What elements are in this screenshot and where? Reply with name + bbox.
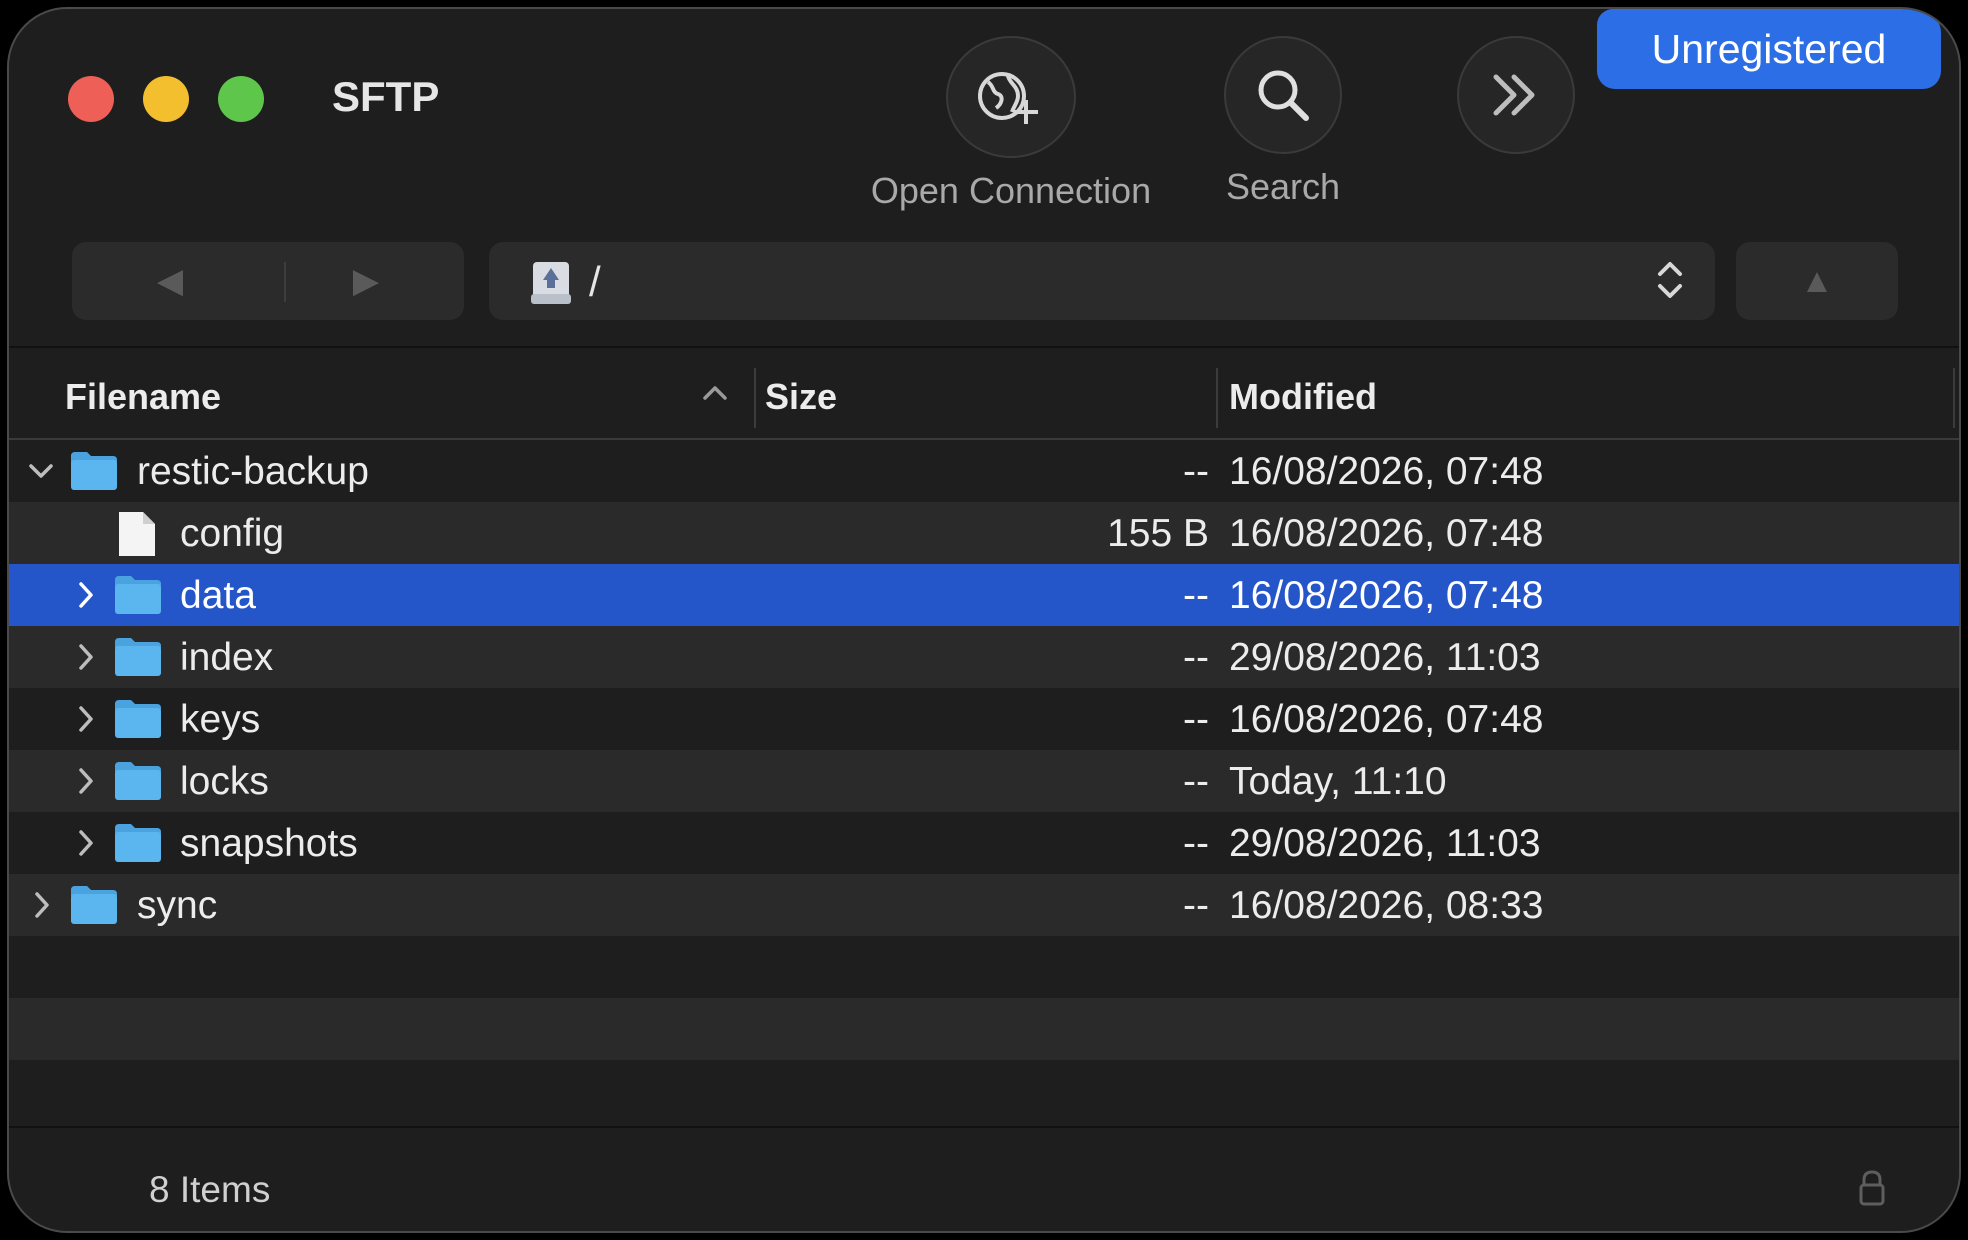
triangle-up-icon: ▲ xyxy=(1800,261,1834,300)
row-size: -- xyxy=(1183,636,1209,679)
row-filename: config xyxy=(180,512,285,555)
forward-button[interactable]: ▶ xyxy=(268,242,464,320)
close-window-button[interactable] xyxy=(68,76,114,122)
search-icon xyxy=(1224,36,1342,154)
search-button[interactable]: Search xyxy=(1213,36,1353,208)
folder-icon xyxy=(113,760,163,807)
triangle-right-icon: ▶ xyxy=(352,262,380,300)
open-connection-button[interactable]: Open Connection xyxy=(857,36,1165,212)
chevron-right-icon[interactable] xyxy=(69,700,105,738)
unregistered-badge[interactable]: Unregistered xyxy=(1597,9,1941,89)
table-row[interactable]: restic-backup -- 16/08/2026, 07:48 xyxy=(9,440,1959,502)
toolbar-overflow-button[interactable] xyxy=(1457,36,1575,154)
parent-directory-button[interactable]: ▲ xyxy=(1736,242,1898,320)
table-row[interactable]: locks -- Today, 11:10 xyxy=(9,750,1959,812)
column-header-filename[interactable]: Filename xyxy=(65,376,221,418)
globe-plus-icon xyxy=(946,36,1076,158)
row-size: -- xyxy=(1183,450,1209,493)
column-header-size[interactable]: Size xyxy=(765,376,837,418)
app-window: SFTP Open Connection Search Unregistered… xyxy=(7,7,1961,1233)
row-filename: index xyxy=(180,636,274,679)
chevron-right-icon[interactable] xyxy=(69,576,105,614)
search-label: Search xyxy=(1225,166,1341,207)
column-divider[interactable] xyxy=(754,368,756,428)
row-modified: 29/08/2026, 11:03 xyxy=(1229,636,1541,679)
folder-icon xyxy=(69,450,119,497)
row-size: -- xyxy=(1183,822,1209,865)
folder-icon xyxy=(113,822,163,869)
chevron-double-right-icon xyxy=(1457,36,1575,154)
empty-list-area xyxy=(9,936,1959,1122)
row-size: -- xyxy=(1183,884,1209,927)
footer-divider xyxy=(9,1126,1959,1128)
chevron-up-down-icon xyxy=(1655,258,1685,307)
open-connection-label: Open Connection xyxy=(870,170,1152,211)
table-row[interactable]: sync -- 16/08/2026, 08:33 xyxy=(9,874,1959,936)
window-title: SFTP xyxy=(332,73,440,120)
column-divider[interactable] xyxy=(1216,368,1218,428)
minimize-window-button[interactable] xyxy=(143,76,189,122)
table-row[interactable]: snapshots -- 29/08/2026, 11:03 xyxy=(9,812,1959,874)
column-divider[interactable] xyxy=(1953,368,1955,428)
path-selector[interactable]: / xyxy=(489,242,1715,320)
folder-icon xyxy=(113,636,163,683)
table-row-selected[interactable]: data -- 16/08/2026, 07:48 xyxy=(9,564,1959,626)
file-list: restic-backup -- 16/08/2026, 07:48 confi… xyxy=(9,440,1959,936)
chevron-right-icon[interactable] xyxy=(69,824,105,862)
row-filename: snapshots xyxy=(180,822,358,865)
row-modified: 16/08/2026, 07:48 xyxy=(1229,698,1544,741)
folder-icon xyxy=(113,574,163,621)
row-modified: 16/08/2026, 07:48 xyxy=(1229,450,1544,493)
chevron-right-icon[interactable] xyxy=(69,638,105,676)
row-filename: sync xyxy=(137,884,218,927)
document-icon xyxy=(115,510,159,563)
table-row[interactable]: index -- 29/08/2026, 11:03 xyxy=(9,626,1959,688)
chevron-down-icon[interactable] xyxy=(23,452,59,490)
path-value: / xyxy=(589,258,601,305)
row-size: 155 B xyxy=(1107,512,1209,555)
empty-row xyxy=(9,998,1959,1060)
row-modified: 29/08/2026, 11:03 xyxy=(1229,822,1541,865)
row-filename: restic-backup xyxy=(137,450,369,493)
row-size: -- xyxy=(1183,698,1209,741)
folder-icon xyxy=(113,698,163,745)
triangle-left-icon: ◀ xyxy=(156,262,184,300)
row-filename: locks xyxy=(180,760,269,803)
row-modified: 16/08/2026, 07:48 xyxy=(1229,512,1544,555)
column-header-modified[interactable]: Modified xyxy=(1229,376,1377,418)
lock-icon xyxy=(1857,1169,1887,1212)
empty-row xyxy=(9,1060,1959,1122)
toolbar-divider xyxy=(9,346,1959,348)
table-row[interactable]: keys -- 16/08/2026, 07:48 xyxy=(9,688,1959,750)
table-header: Filename Size Modified xyxy=(9,358,1959,438)
chevron-right-icon[interactable] xyxy=(25,886,61,924)
table-row[interactable]: config 155 B 16/08/2026, 07:48 xyxy=(9,502,1959,564)
row-filename: data xyxy=(180,574,256,617)
sort-ascending-icon[interactable] xyxy=(701,382,729,407)
row-size: -- xyxy=(1183,574,1209,617)
chevron-right-icon[interactable] xyxy=(69,762,105,800)
row-size: -- xyxy=(1183,760,1209,803)
empty-row xyxy=(9,936,1959,998)
zoom-window-button[interactable] xyxy=(218,76,264,122)
row-modified: Today, 11:10 xyxy=(1229,760,1447,803)
server-drive-icon xyxy=(529,260,573,311)
row-modified: 16/08/2026, 08:33 xyxy=(1229,884,1544,927)
item-count: 8 Items xyxy=(149,1169,271,1210)
back-button[interactable]: ◀ xyxy=(72,242,268,320)
history-nav: ◀ ▶ xyxy=(72,242,464,320)
row-modified: 16/08/2026, 07:48 xyxy=(1229,574,1544,617)
row-filename: keys xyxy=(180,698,261,741)
folder-icon xyxy=(69,884,119,931)
